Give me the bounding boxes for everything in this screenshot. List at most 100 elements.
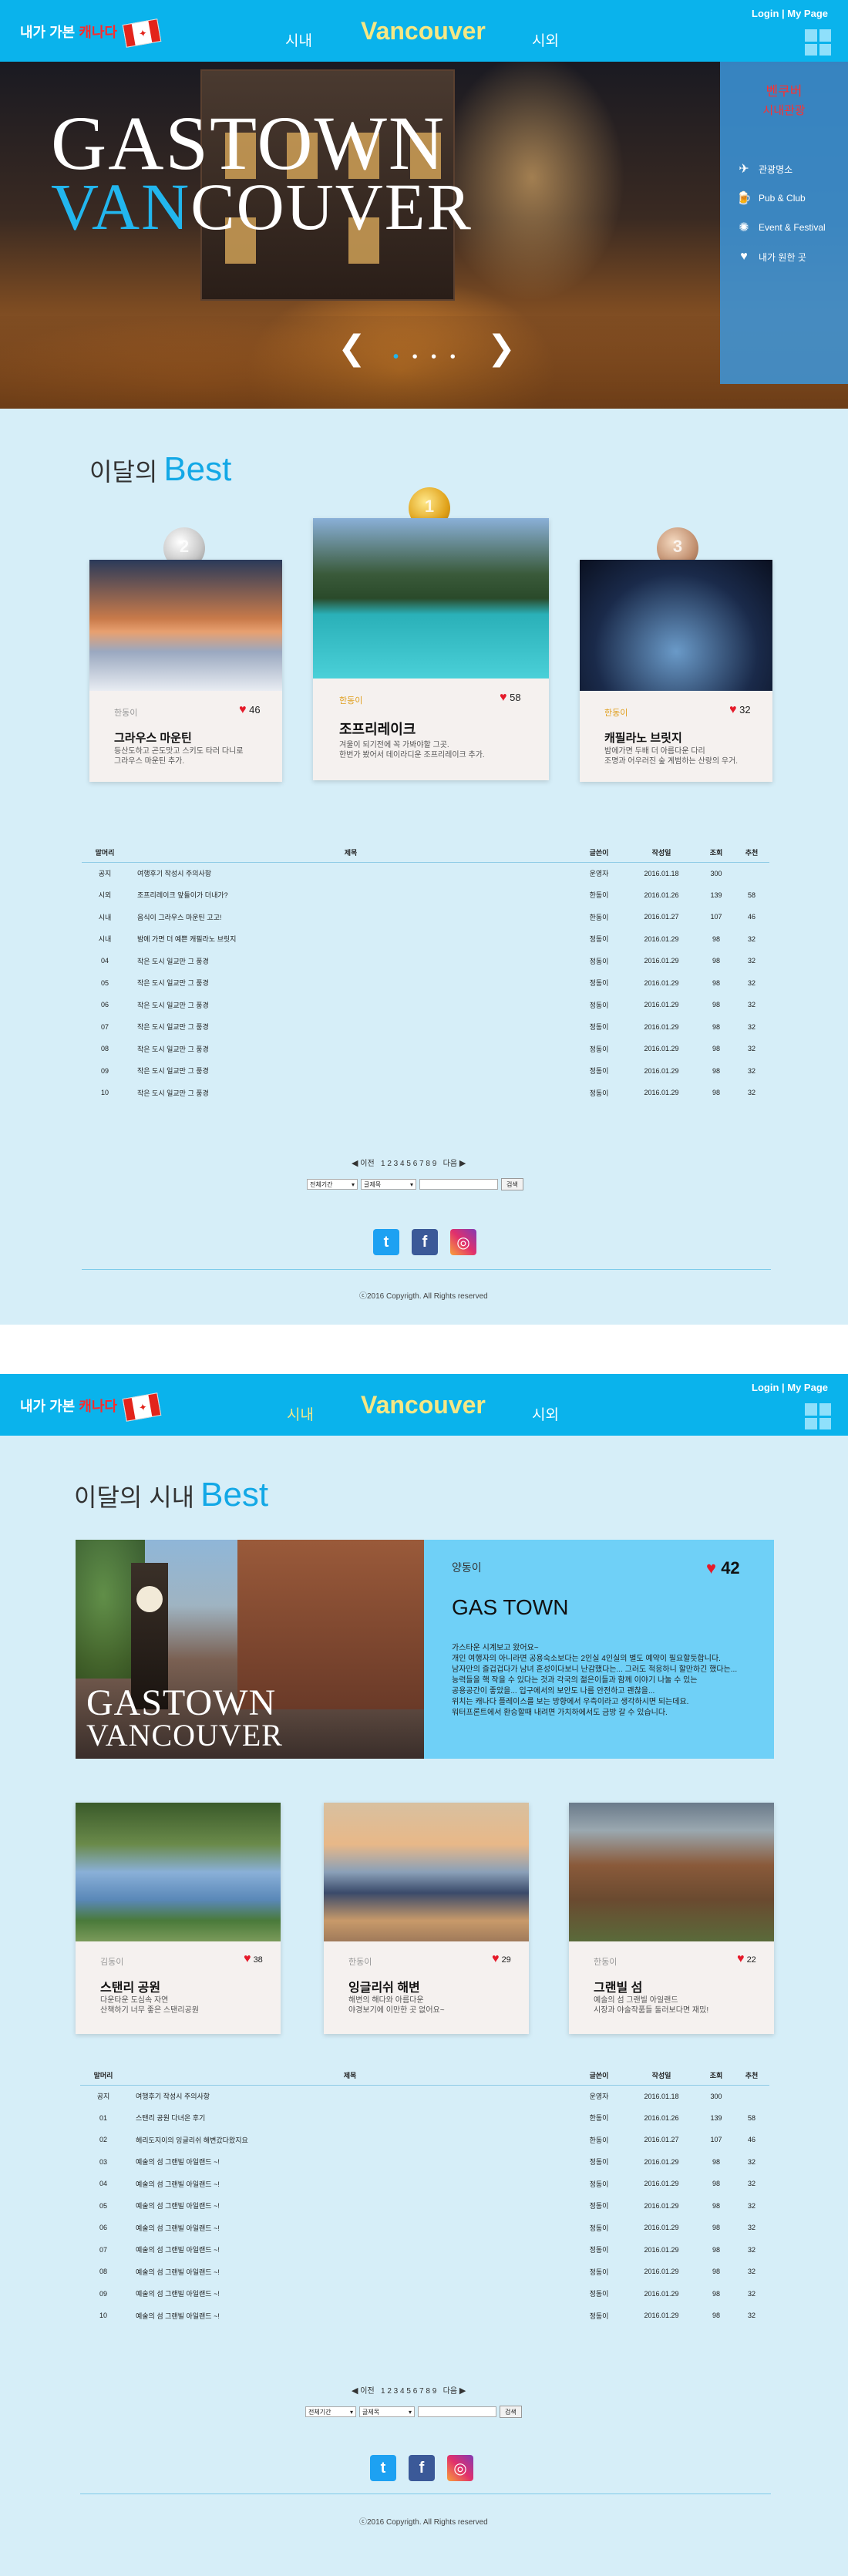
card-likes[interactable]: ♥ 29: [492, 1952, 511, 1966]
cell-title[interactable]: 작은 도시 일교만 그 풍경: [128, 994, 574, 1016]
nav-suburb[interactable]: 시외: [532, 1403, 559, 1424]
nav-city[interactable]: 시내: [285, 29, 312, 50]
cell-title[interactable]: 여행후기 작성시 주의사항: [126, 2085, 574, 2107]
brand-title[interactable]: Vancouver: [361, 1391, 486, 1419]
side-item-event[interactable]: ✺ Event & Festival: [735, 213, 837, 242]
table-row[interactable]: 08 작은 도시 일교만 그 풍경 정동이 2016.01.29 98 32: [82, 1038, 769, 1060]
next-slide-button[interactable]: ❯: [487, 328, 516, 368]
cell-title[interactable]: 음식이 그라우스 마운틴 고고!: [128, 906, 574, 928]
field-select[interactable]: 글제목 ▾: [361, 1179, 416, 1190]
cell-title[interactable]: 예술의 섬 그랜빌 아일랜드 ~!: [126, 2217, 574, 2239]
table-row[interactable]: 01 스탠리 공원 다녀온 후기 한동이 2016.01.26 139 58: [80, 2107, 769, 2130]
cell-title[interactable]: 예술의 섬 그랜빌 아일랜드 ~!: [126, 2305, 574, 2327]
twitter-icon[interactable]: t: [373, 1229, 399, 1255]
search-input[interactable]: [419, 1179, 498, 1190]
next-page-icon[interactable]: ▶: [459, 1159, 466, 1168]
next-page-icon[interactable]: ▶: [459, 2386, 466, 2396]
cell-title[interactable]: 예술의 섬 그랜빌 아일랜드 ~!: [126, 2261, 574, 2283]
prev-page-link[interactable]: 이전: [360, 2387, 374, 2396]
cell-title[interactable]: 예술의 섬 그랜빌 아일랜드 ~!: [126, 2151, 574, 2174]
search-button[interactable]: 검색: [501, 1178, 523, 1190]
table-row[interactable]: 04 작은 도시 일교만 그 풍경 정동이 2016.01.29 98 32: [82, 950, 769, 972]
featured-post[interactable]: GASTOWN VANCOUVER 양동이 ♥ 42 GAS TOWN 가스타운…: [76, 1540, 774, 1759]
table-row[interactable]: 09 작은 도시 일교만 그 풍경 정동이 2016.01.29 98 32: [82, 1060, 769, 1083]
card-likes[interactable]: ♥ 46: [239, 703, 261, 717]
prev-page-icon[interactable]: ◀: [352, 2386, 358, 2396]
field-select[interactable]: 글제목 ▾: [359, 2406, 415, 2417]
table-row[interactable]: 시외 조프리레이크 앞들이가 더내가? 한동이 2016.01.26 139 58: [82, 884, 769, 907]
cell-title[interactable]: 작은 도시 일교만 그 풍경: [128, 950, 574, 972]
city-card[interactable]: 한동이 ♥ 22 그랜빌 섬 예술의 섬 그랜빌 아일랜드 시장과 야술작품들 …: [569, 1803, 774, 2034]
side-item-attractions[interactable]: ✈ 관광명소: [735, 154, 837, 184]
table-row[interactable]: 시내 밤에 가면 더 예쁜 캐필라노 브릿지 정동이 2016.01.29 98 32: [82, 928, 769, 951]
cell-title[interactable]: 작은 도시 일교만 그 풍경: [128, 1016, 574, 1039]
login-mypage-link[interactable]: Login | My Page: [752, 1382, 828, 1393]
table-row[interactable]: 04 예술의 섬 그랜빌 아일랜드 ~! 정동이 2016.01.29 98 32: [80, 2173, 769, 2195]
city-card[interactable]: 한동이 ♥ 29 잉글리쉬 해변 해변의 해다와 아름다운 야경보기에 이만한 …: [324, 1803, 529, 2034]
instagram-icon[interactable]: ◎: [447, 2455, 473, 2481]
table-row[interactable]: 10 작은 도시 일교만 그 풍경 정동이 2016.01.29 98 32: [82, 1082, 769, 1104]
table-row[interactable]: 09 예술의 섬 그랜빌 아일랜드 ~! 정동이 2016.01.29 98 32: [80, 2283, 769, 2305]
brand-title[interactable]: Vancouver: [361, 17, 486, 45]
table-row[interactable]: 08 예술의 섬 그랜빌 아일랜드 ~! 정동이 2016.01.29 98 32: [80, 2261, 769, 2283]
prev-page-link[interactable]: 이전: [360, 1160, 374, 1168]
cell-title[interactable]: 작은 도시 일교만 그 풍경: [128, 1060, 574, 1083]
slide-indicator[interactable]: • • • •: [393, 349, 460, 366]
best-card-featured[interactable]: 한동이 ♥ 58 조프리레이크 겨울이 되기전에 꼭 가봐야할 그곳. 한번가 …: [313, 518, 549, 780]
site-logo[interactable]: 내가 가본 캐나다 ✦: [20, 1392, 162, 1423]
period-select[interactable]: 전체기간 ▾: [307, 1179, 358, 1190]
prev-slide-button[interactable]: ❮: [338, 328, 366, 368]
login-mypage-link[interactable]: Login | My Page: [752, 8, 828, 19]
table-row[interactable]: 06 예술의 섬 그랜빌 아일랜드 ~! 정동이 2016.01.29 98 32: [80, 2217, 769, 2239]
page-numbers[interactable]: 1 2 3 4 5 6 7 8 9: [381, 1160, 436, 1168]
cell-title[interactable]: 작은 도시 일교만 그 풍경: [128, 972, 574, 995]
table-row[interactable]: 공지 여행후기 작성시 주의사항 운영자 2016.01.18 300: [80, 2085, 769, 2107]
facebook-icon[interactable]: f: [412, 1229, 438, 1255]
nav-city-active[interactable]: 시내: [287, 1403, 314, 1424]
search-input[interactable]: [418, 2406, 496, 2417]
next-page-link[interactable]: 다음: [443, 1160, 457, 1168]
grid-menu-icon[interactable]: [805, 29, 831, 56]
table-row[interactable]: 07 작은 도시 일교만 그 풍경 정동이 2016.01.29 98 32: [82, 1016, 769, 1039]
cell-title[interactable]: 작은 도시 일교만 그 풍경: [128, 1082, 574, 1104]
best-card[interactable]: 한동이 ♥ 32 캐필라노 브릿지 밤에가면 두배 더 아름다운 다리 조명과 …: [580, 560, 772, 782]
featured-likes[interactable]: ♥ 42: [706, 1558, 740, 1578]
cell-title[interactable]: 헤리도지이의 잉글리쉬 해변갔다왔지요: [126, 2129, 574, 2151]
table-row[interactable]: 05 작은 도시 일교만 그 풍경 정동이 2016.01.29 98 32: [82, 972, 769, 995]
side-item-pub[interactable]: 🍺 Pub & Club: [735, 184, 837, 213]
instagram-icon[interactable]: ◎: [450, 1229, 476, 1255]
side-item-favorites[interactable]: ♥ 내가 원한 곳: [735, 242, 837, 271]
best-card[interactable]: 한동이 ♥ 46 그라우스 마운틴 등산도하고 곤도맛고 스키도 타러 다니로 …: [89, 560, 282, 782]
table-row[interactable]: 02 헤리도지이의 잉글리쉬 해변갔다왔지요 한동이 2016.01.27 107 46: [80, 2129, 769, 2151]
table-row[interactable]: 공지 여행후기 작성시 주의사항 운영자 2016.01.18 300: [82, 862, 769, 884]
card-likes[interactable]: ♥ 32: [729, 703, 751, 717]
cell-title[interactable]: 예술의 섬 그랜빌 아일랜드 ~!: [126, 2283, 574, 2305]
facebook-icon[interactable]: f: [409, 2455, 435, 2481]
cell-title[interactable]: 밤에 가면 더 예쁜 캐필라노 브릿지: [128, 928, 574, 951]
card-likes[interactable]: ♥ 38: [244, 1952, 263, 1966]
page-numbers[interactable]: 1 2 3 4 5 6 7 8 9: [381, 2387, 436, 2396]
cell-title[interactable]: 여행후기 작성시 주의사항: [128, 862, 574, 884]
card-likes[interactable]: ♥ 58: [500, 691, 521, 705]
cell-title[interactable]: 스탠리 공원 다녀온 후기: [126, 2107, 574, 2130]
prev-page-icon[interactable]: ◀: [352, 1159, 358, 1168]
search-button[interactable]: 검색: [500, 2406, 522, 2418]
city-card[interactable]: 김동이 ♥ 38 스탠리 공원 다운타운 도심속 자연 산책하기 너무 좋은 스…: [76, 1803, 281, 2034]
table-row[interactable]: 07 예술의 섬 그랜빌 아일랜드 ~! 정동이 2016.01.29 98 32: [80, 2239, 769, 2261]
site-logo[interactable]: 내가 가본 캐나다 ✦: [20, 19, 162, 49]
table-row[interactable]: 시내 음식이 그라우스 마운틴 고고! 한동이 2016.01.27 107 46: [82, 906, 769, 928]
table-row[interactable]: 06 작은 도시 일교만 그 풍경 정동이 2016.01.29 98 32: [82, 994, 769, 1016]
table-row[interactable]: 05 예술의 섬 그랜빌 아일랜드 ~! 정동이 2016.01.29 98 32: [80, 2195, 769, 2217]
period-select[interactable]: 전체기간 ▾: [305, 2406, 356, 2417]
cell-title[interactable]: 예술의 섬 그랜빌 아일랜드 ~!: [126, 2239, 574, 2261]
grid-menu-icon[interactable]: [805, 1403, 831, 1429]
cell-title[interactable]: 예술의 섬 그랜빌 아일랜드 ~!: [126, 2173, 574, 2195]
next-page-link[interactable]: 다음: [443, 2387, 457, 2396]
twitter-icon[interactable]: t: [370, 2455, 396, 2481]
cell-title[interactable]: 조프리레이크 앞들이가 더내가?: [128, 884, 574, 907]
cell-title[interactable]: 작은 도시 일교만 그 풍경: [128, 1038, 574, 1060]
nav-suburb[interactable]: 시외: [532, 29, 559, 50]
table-row[interactable]: 10 예술의 섬 그랜빌 아일랜드 ~! 정동이 2016.01.29 98 32: [80, 2305, 769, 2327]
table-row[interactable]: 03 예술의 섬 그랜빌 아일랜드 ~! 정동이 2016.01.29 98 32: [80, 2151, 769, 2174]
cell-title[interactable]: 예술의 섬 그랜빌 아일랜드 ~!: [126, 2195, 574, 2217]
